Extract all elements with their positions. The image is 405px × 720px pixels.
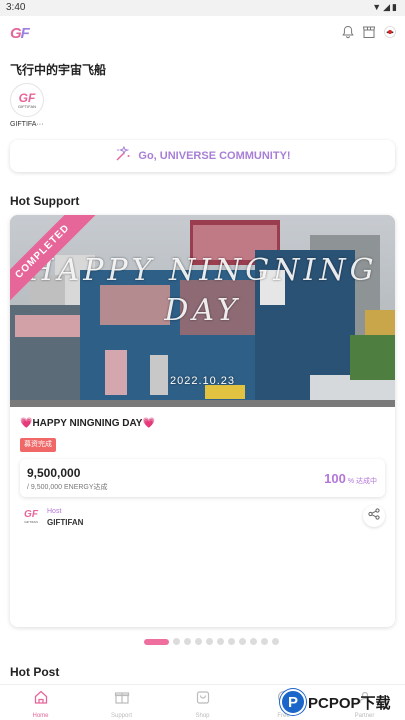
logo-letter-g: G: [10, 25, 22, 42]
pager-dot[interactable]: [144, 638, 169, 645]
support-card-image: HAPPY NINGNING DAY 2022.10.23 COMPLETED: [10, 215, 395, 407]
pager-dot[interactable]: [206, 638, 213, 645]
gift-icon: [114, 689, 130, 710]
shop-icon[interactable]: [361, 24, 376, 39]
nav-shop-label: Shop: [195, 713, 210, 719]
watermark-brand: PCPOP: [308, 694, 361, 712]
giftifan-logo[interactable]: GF: [10, 25, 30, 42]
energy-progress-box: 9,500,000 / 9,500,000 ENERGY达成 100% 达成中: [20, 459, 385, 497]
user-display-name: 飞行中的宇宙飞船: [10, 63, 107, 77]
status-time: 3:40: [6, 2, 26, 13]
energy-target: / 9,500,000 ENERGY达成: [27, 484, 108, 491]
bag-icon: [195, 689, 211, 710]
host-avatar: GF GIFTIFAN: [20, 509, 42, 527]
avatar[interactable]: GF GIFTIFAN: [10, 83, 44, 117]
energy-percent-unit: % 达成中: [347, 478, 377, 485]
pager-dot[interactable]: [250, 638, 257, 645]
avatar-logo: GF: [18, 90, 36, 105]
pager-dot[interactable]: [217, 638, 224, 645]
pager-dot[interactable]: [173, 638, 180, 645]
pcpop-watermark: P PCPOP下载: [280, 684, 405, 720]
energy-percent-value: 100: [324, 471, 346, 486]
avatar-label: GIFTIFA···: [10, 121, 44, 128]
host-logo-sub: GIFTIFAN: [24, 520, 38, 524]
status-badge: 募资完成: [20, 438, 56, 452]
avatar-logo-sub: GIFTIFAN: [18, 103, 36, 109]
pager-dot[interactable]: [272, 638, 279, 645]
card-title: 💗HAPPY NINGNING DAY💗: [20, 418, 155, 429]
community-button[interactable]: Go, UNIVERSE COMMUNITY!: [10, 140, 395, 172]
bell-icon[interactable]: [340, 24, 355, 39]
energy-amount: 9,500,000: [27, 466, 81, 480]
sparkle-icon: [114, 145, 132, 168]
share-icon: [368, 507, 380, 525]
pager-dot[interactable]: [261, 638, 268, 645]
nav-support-label: Support: [110, 713, 132, 719]
host-name[interactable]: GIFTIFAN: [47, 518, 83, 527]
nav-home[interactable]: Home: [0, 685, 81, 720]
carousel-pager: [144, 638, 279, 645]
pager-dot[interactable]: [184, 638, 191, 645]
community-button-label: Go, UNIVERSE COMMUNITY!: [138, 150, 291, 162]
card-overlay-date: 2022.10.23: [169, 375, 236, 387]
support-card[interactable]: HAPPY NINGNING DAY 2022.10.23 COMPLETED …: [10, 215, 395, 627]
pager-dot[interactable]: [195, 638, 202, 645]
watermark-text: PCPOP下载: [308, 692, 391, 713]
energy-percent: 100% 达成中: [324, 470, 377, 488]
flag-icon[interactable]: [382, 24, 397, 39]
watermark-suffix: 下载: [360, 693, 391, 712]
status-icons: ▼◢▮: [372, 2, 399, 12]
host-label: Host: [47, 508, 62, 515]
pager-dot[interactable]: [239, 638, 246, 645]
hot-post-title: Hot Post: [10, 665, 60, 679]
nav-support[interactable]: Support: [81, 685, 162, 720]
host-logo: GF: [24, 509, 38, 520]
app-header: GF: [0, 16, 405, 52]
nav-shop[interactable]: Shop: [162, 685, 243, 720]
pager-dot[interactable]: [228, 638, 235, 645]
hot-support-title: Hot Support: [10, 194, 80, 208]
watermark-mark: P: [280, 689, 306, 715]
card-overlay-title: HAPPY NINGNING DAY: [27, 253, 378, 328]
share-button[interactable]: [363, 505, 385, 527]
home-icon: [33, 689, 49, 710]
nav-home-label: Home: [32, 713, 49, 719]
logo-letter-f: F: [20, 25, 30, 42]
status-bar: 3:40 ▼◢▮: [0, 0, 405, 16]
